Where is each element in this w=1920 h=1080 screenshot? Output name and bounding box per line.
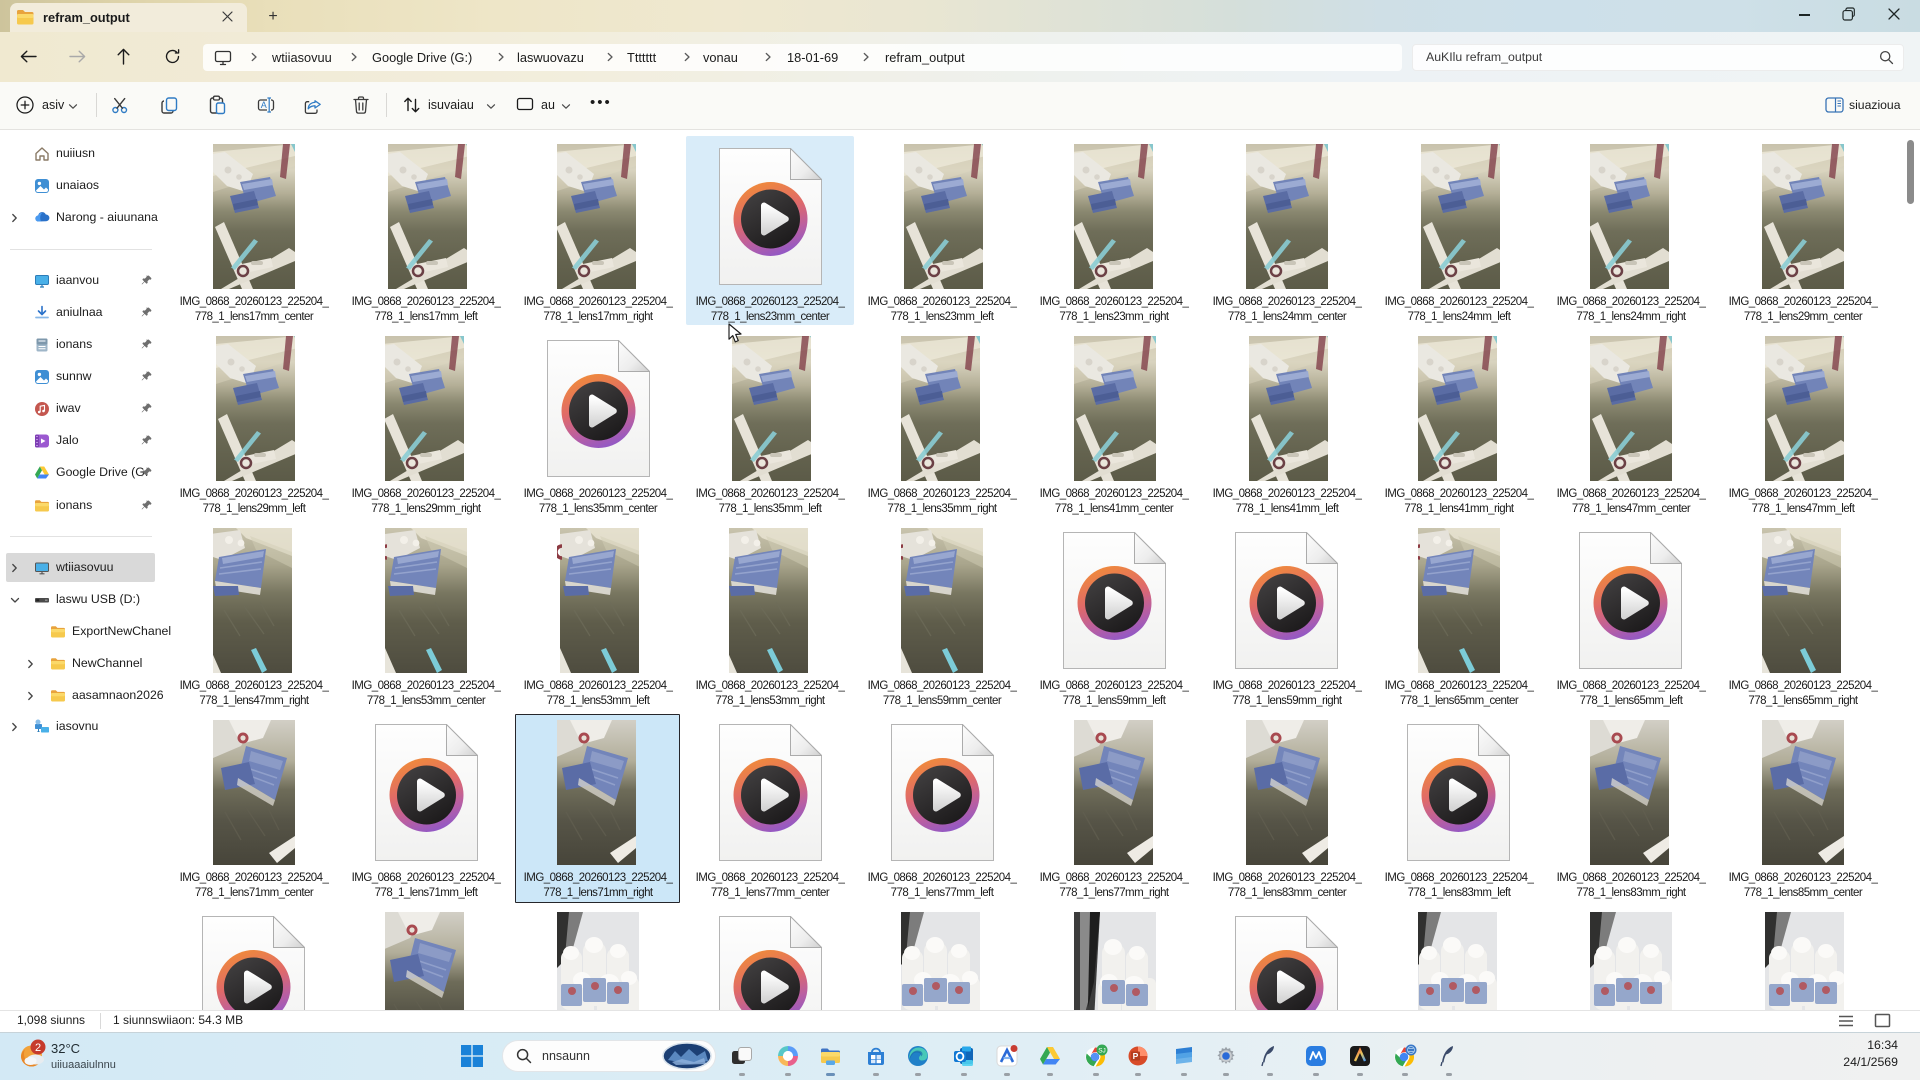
svg-text:P: P [1133,1051,1139,1061]
svg-text:A: A [261,100,267,110]
svg-text:2: 2 [35,1042,41,1054]
svg-text:SJ: SJ [1098,1048,1106,1055]
